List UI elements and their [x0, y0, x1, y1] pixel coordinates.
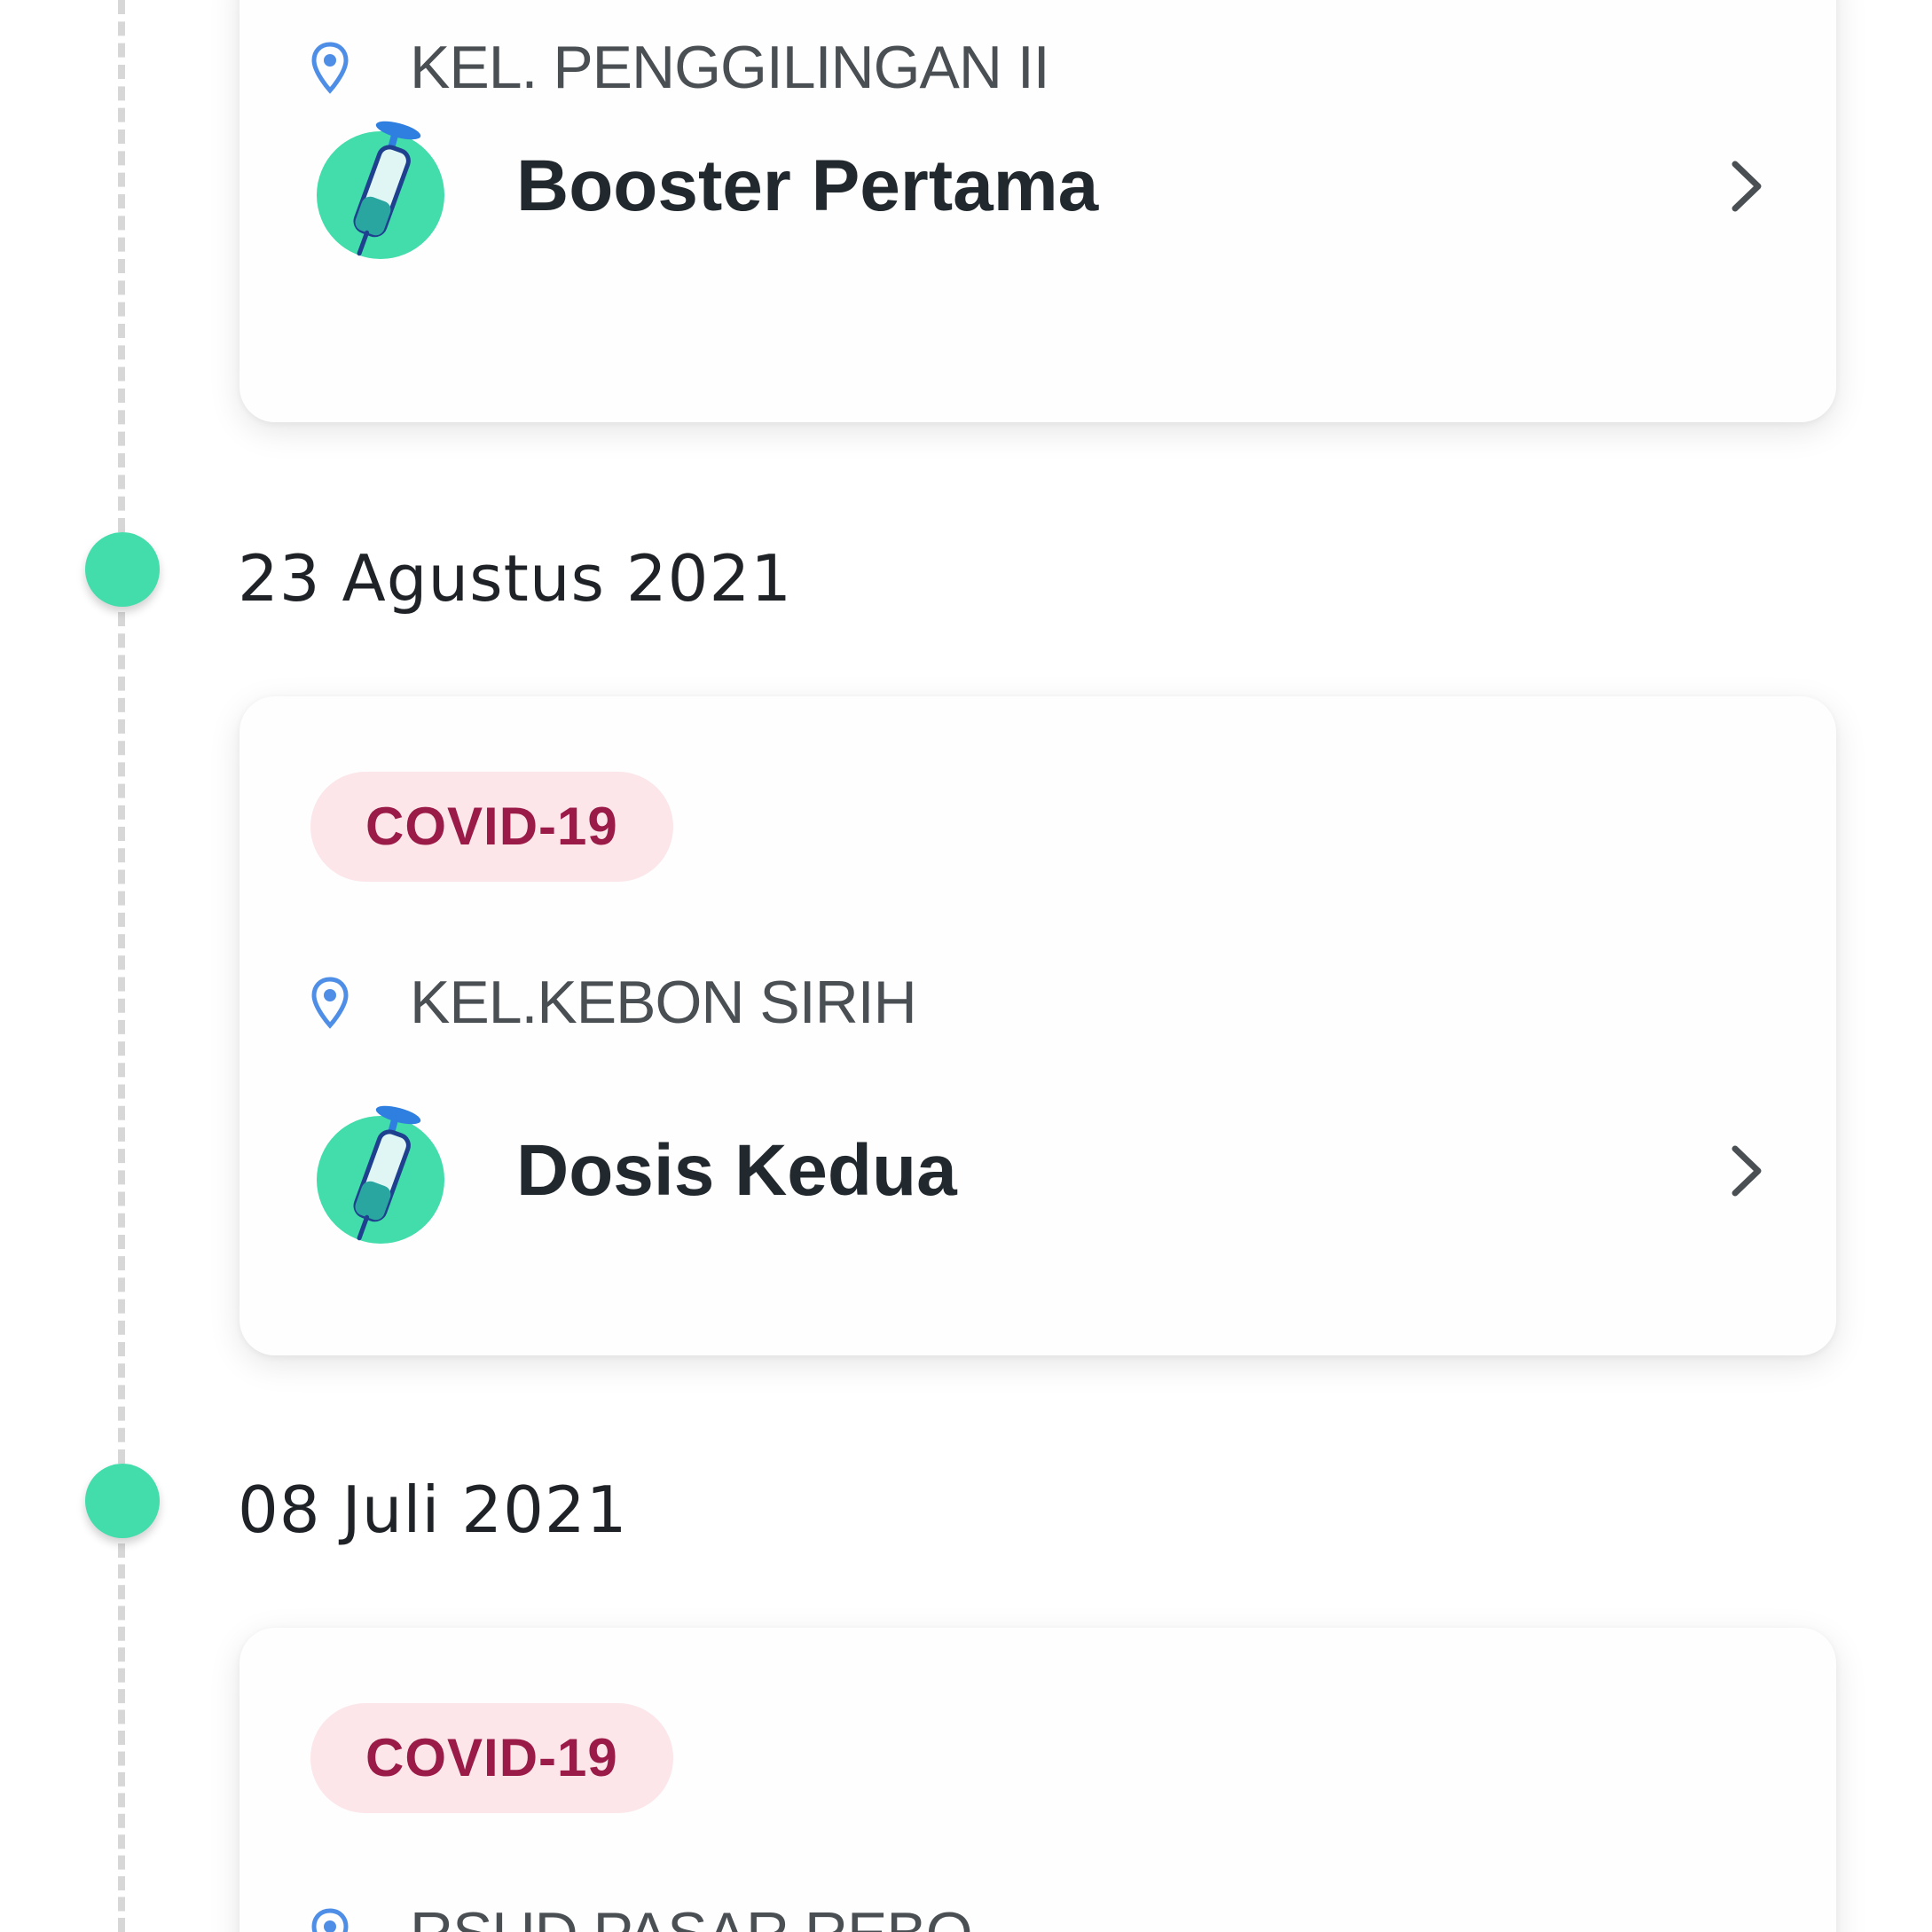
chevron-right-icon[interactable]	[1724, 1140, 1769, 1202]
vaccine-type-badge: COVID-19	[310, 1703, 673, 1813]
vaccination-card[interactable]: COVID-19 RSUD PASAR REBO	[240, 1628, 1836, 1932]
location-row: KEL. PENGGILINGAN II	[310, 32, 1050, 103]
vaccination-history-screen: KEL. PENGGILINGAN II Booster Pertama 23 …	[0, 0, 1932, 1932]
entry-date: 23 Agustus 2021	[238, 541, 793, 616]
syringe-icon	[317, 121, 444, 259]
vaccination-card[interactable]: KEL. PENGGILINGAN II Booster Pertama	[240, 0, 1836, 422]
vaccination-card[interactable]: COVID-19 KEL.KEBON SIRIH Dosis Kedua	[240, 696, 1836, 1355]
timeline-dot	[85, 1464, 160, 1538]
vaccine-type-badge: COVID-19	[310, 772, 673, 882]
location-row: RSUD PASAR REBO	[310, 1898, 973, 1932]
entry-date: 08 Juli 2021	[238, 1473, 628, 1547]
location-name: RSUD PASAR REBO	[410, 1899, 973, 1932]
dose-row[interactable]: Booster Pertama	[314, 111, 1769, 262]
location-pin-icon	[311, 42, 349, 94]
timeline-line	[118, 0, 125, 532]
timeline-dot	[85, 532, 160, 607]
location-name: KEL. PENGGILINGAN II	[410, 34, 1050, 101]
timeline-line	[118, 612, 125, 1464]
dose-row[interactable]: Dosis Kedua	[314, 1096, 1769, 1246]
location-pin-icon	[311, 977, 349, 1029]
location-pin-icon	[311, 1908, 349, 1932]
syringe-icon	[317, 1105, 444, 1244]
timeline-line	[118, 1543, 125, 1932]
location-row: KEL.KEBON SIRIH	[310, 967, 917, 1038]
dose-label: Dosis Kedua	[516, 1130, 957, 1211]
dose-label: Booster Pertama	[516, 145, 1099, 226]
location-name: KEL.KEBON SIRIH	[410, 969, 917, 1036]
chevron-right-icon[interactable]	[1724, 155, 1769, 217]
